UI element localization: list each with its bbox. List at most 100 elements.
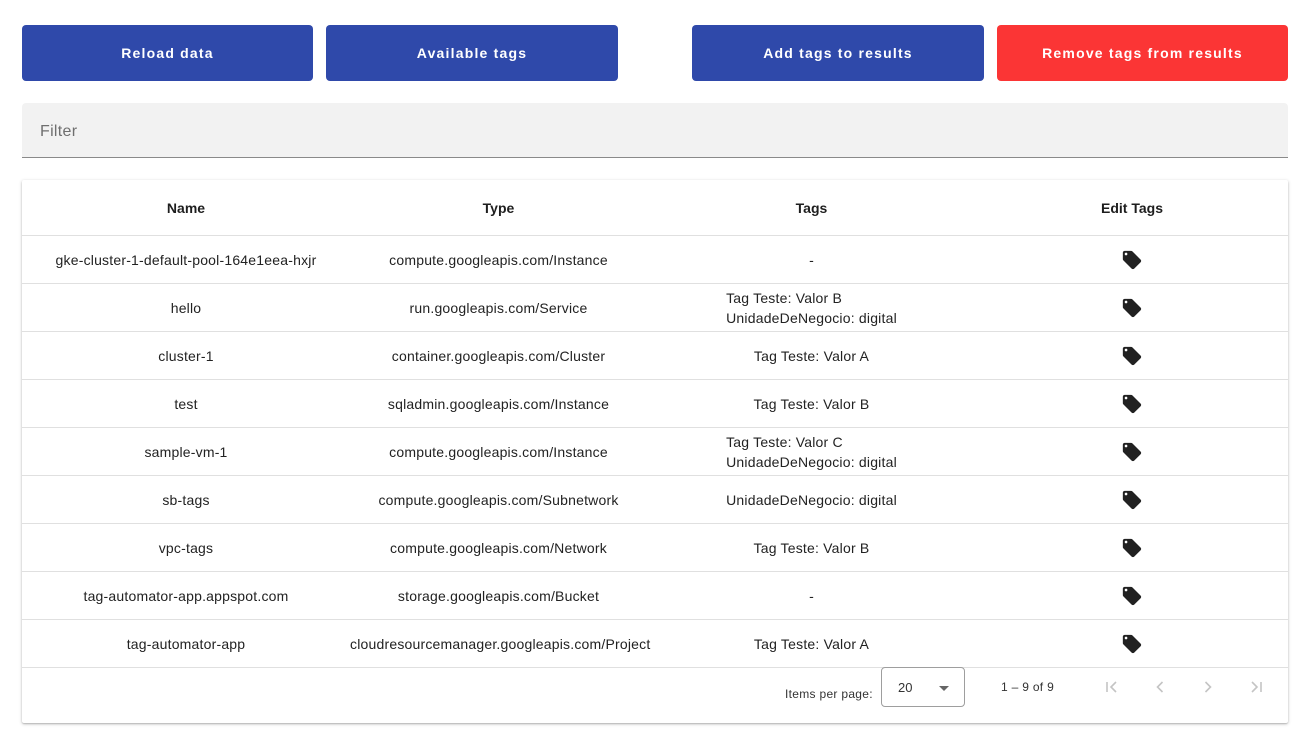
cell-name: tag-automator-app.appspot.com [22,571,350,620]
tag-icon[interactable] [1121,297,1143,319]
cell-tags: - [647,235,976,284]
next-page-button[interactable] [1192,671,1224,703]
tag-list: Tag Teste: Valor A [754,346,869,366]
tag-list: Tag Teste: Valor C UnidadeDeNegocio: digi… [726,432,897,472]
cell-name: tag-automator-app [22,619,350,668]
previous-page-icon [1156,681,1164,693]
table-row: sample-vm-1 compute.googleapis.com/Instan… [22,427,1288,476]
cell-name: vpc-tags [22,523,350,572]
column-header-type: Type [350,180,647,236]
table-row: test sqladmin.googleapis.com/Instance Tag … [22,379,1288,428]
cell-edit-tags [976,235,1288,284]
table-row: hello run.googleapis.com/Service Tag Teste… [22,283,1288,332]
cell-tags: Tag Teste: Valor B [647,379,976,428]
cell-edit-tags [976,331,1288,380]
tag-entry: Tag Teste: Valor A [753,635,870,652]
cell-edit-tags [976,379,1288,428]
cell-name: hello [22,283,350,332]
paginator: Items per page: 20 1 – 9 of 9 [22,667,1288,723]
tag-entry: UnidadeDeNegocio: digital [726,453,897,470]
items-per-page-label: Items per page: [785,687,873,701]
cell-name: sb-tags [22,475,350,524]
tag-entry: UnidadeDeNegocio: digital [726,491,897,508]
column-header-edit-tags: Edit Tags [976,180,1288,236]
cell-tags: UnidadeDeNegocio: digital [647,475,976,524]
table-row: sb-tags compute.googleapis.com/Subnetwork… [22,475,1288,524]
tag-entry: - [809,251,814,268]
filter-field [22,103,1288,160]
filter-input[interactable] [38,103,1272,160]
cell-name: sample-vm-1 [22,427,350,476]
column-header-tags: Tags [647,180,976,236]
column-header-name: Name [22,180,350,236]
cell-tags: - [647,571,976,620]
resources-table-card: Name Type Tags Edit Tags gke-cluster-1-d… [22,180,1288,723]
tag-entry: UnidadeDeNegocio: digital [726,309,897,326]
tag-list: Tag Teste: Valor B [754,394,870,414]
add-tags-button[interactable]: Add tags to results [692,25,984,81]
cell-edit-tags [976,475,1288,524]
first-page-icon [1106,681,1117,693]
resources-table: Name Type Tags Edit Tags gke-cluster-1-d… [22,180,1288,668]
reload-data-button[interactable]: Reload data [22,25,313,81]
tag-entry: Tag Teste: Valor B [726,289,843,306]
table-body: gke-cluster-1-default-pool-164e1eea-hxjr… [22,235,1288,668]
items-per-page-select[interactable]: 20 [881,667,965,707]
cell-type: compute.googleapis.com/Network [350,523,647,572]
tag-list: Tag Teste: Valor A [754,634,869,654]
cell-type: storage.googleapis.com/Bucket [350,571,647,620]
items-per-page-value: 20 [898,680,913,695]
tag-icon[interactable] [1121,393,1143,415]
tag-icon[interactable] [1121,441,1143,463]
first-page-button[interactable] [1096,671,1128,703]
cell-edit-tags [976,619,1288,668]
cell-tags: Tag Teste: Valor A [647,619,976,668]
tag-entry: - [809,587,814,604]
last-page-button[interactable] [1240,671,1272,703]
cell-type: sqladmin.googleapis.com/Instance [350,379,647,428]
remove-tags-button[interactable]: Remove tags from results [997,25,1288,81]
cell-type: container.googleapis.com/Cluster [350,331,647,380]
cell-tags: Tag Teste: Valor B UnidadeDeNegocio: digi… [647,283,976,332]
table-row: tag-automator-app cloudresourcemanager.go… [22,619,1288,668]
tag-entry: Tag Teste: Valor A [753,347,870,364]
cell-name: test [22,379,350,428]
cell-type: cloudresourcemanager.googleapis.com/Proj… [350,619,650,668]
previous-page-button[interactable] [1144,671,1176,703]
cell-tags: Tag Teste: Valor B [647,523,976,572]
last-page-icon [1251,681,1262,693]
tag-icon[interactable] [1121,249,1143,271]
next-page-icon [1204,681,1212,693]
available-tags-button[interactable]: Available tags [326,25,618,81]
tag-icon[interactable] [1121,537,1143,559]
table-header-row: Name Type Tags Edit Tags [22,180,1288,236]
cell-type: compute.googleapis.com/Instance [350,235,647,284]
tag-list: Tag Teste: Valor B [754,538,870,558]
tag-icon[interactable] [1121,585,1143,607]
tag-icon[interactable] [1121,345,1143,367]
tag-entry: Tag Teste: Valor B [753,539,870,556]
cell-type: compute.googleapis.com/Subnetwork [350,475,647,524]
tag-list: - [809,250,814,270]
cell-name: cluster-1 [22,331,350,380]
tag-list: UnidadeDeNegocio: digital [726,490,897,510]
tag-icon[interactable] [1121,633,1143,655]
cell-name: gke-cluster-1-default-pool-164e1eea-hxjr [22,235,350,284]
dropdown-arrow-icon [939,686,949,691]
cell-edit-tags [976,427,1288,476]
table-row: tag-automator-app.appspot.com storage.goo… [22,571,1288,620]
table-row: cluster-1 container.googleapis.com/Cluste… [22,331,1288,380]
table-row: vpc-tags compute.googleapis.com/Network Ta… [22,523,1288,572]
cell-type: compute.googleapis.com/Instance [350,427,647,476]
tag-list: - [809,586,814,606]
cell-edit-tags [976,523,1288,572]
tag-icon[interactable] [1121,489,1143,511]
page-range-label: 1 – 9 of 9 [1001,680,1055,694]
cell-tags: Tag Teste: Valor C UnidadeDeNegocio: digi… [647,427,976,476]
cell-type: run.googleapis.com/Service [350,283,647,332]
tag-list: Tag Teste: Valor B UnidadeDeNegocio: digi… [726,288,897,328]
tag-entry: Tag Teste: Valor B [753,395,870,412]
cell-edit-tags [976,571,1288,620]
tag-entry: Tag Teste: Valor C [726,433,843,450]
cell-tags: Tag Teste: Valor A [647,331,976,380]
